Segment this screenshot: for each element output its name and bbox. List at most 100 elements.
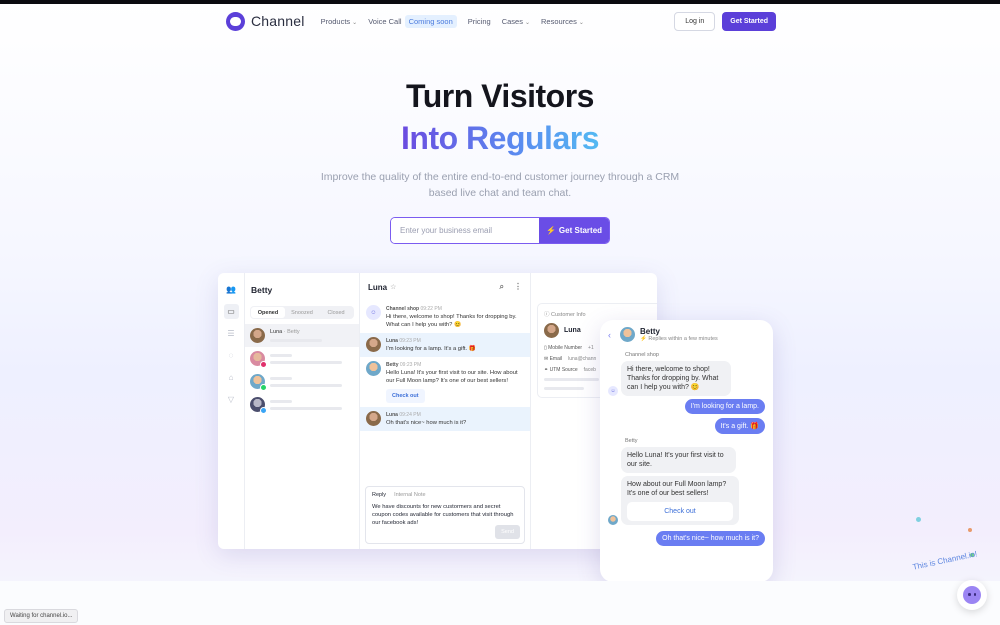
back-arrow-icon[interactable]: ‹	[608, 330, 611, 340]
name-placeholder	[270, 353, 292, 357]
avatar	[366, 411, 381, 426]
info-placeholder	[544, 378, 599, 381]
message-sender: Luna 09:24 PM	[386, 411, 466, 419]
preview-placeholder	[270, 383, 342, 387]
message-text: Oh that's nice~ how much is it?	[386, 420, 467, 426]
nav-actions: Log in Get Started	[674, 11, 776, 31]
nav-cases-label: Cases	[501, 16, 523, 26]
info-icon: ⓘ	[544, 312, 552, 318]
mobile-chat-mockup: ‹ Betty ⚡ Replies within a few minutes Ch…	[600, 320, 773, 582]
email-label: Email	[549, 356, 563, 362]
message-text: I'm looking for a lamp. It's a gift. 🎁	[386, 346, 476, 352]
filter-icon[interactable]: ▽	[224, 392, 239, 407]
message-bubble: Hi there, welcome to shop! Thanks for dr…	[621, 361, 731, 396]
chevron-down-icon: ⌄	[524, 19, 530, 26]
browser-status-bar: Waiting for channel.io...	[4, 609, 79, 623]
message-bubble: Hello Luna! It's your first visit to our…	[621, 447, 736, 473]
bot-icon: ☺	[608, 386, 618, 396]
message-card: How about our Full Moon lamp? It's one o…	[621, 476, 739, 525]
message-sender: Channel shop 09:22 PM	[386, 305, 524, 313]
chat-header: Luna ☆ ⌕ ⋮	[360, 273, 530, 301]
brand-logo[interactable]: Channel	[226, 11, 305, 31]
chat-panel: Luna ☆ ⌕ ⋮ ☺ Channel shop 09:22 PM Hi there…	[360, 273, 531, 549]
tab-reply[interactable]: Reply	[372, 491, 386, 499]
conversation-item[interactable]: Luna · Betty	[245, 324, 359, 347]
chat-tools: ⌕ ⋮	[500, 282, 522, 292]
hero-title-line1: Turn Visitors	[406, 78, 594, 114]
outgoing-message: It's a gift. 🎁	[608, 418, 765, 434]
sender-name: Luna	[386, 412, 398, 418]
tab-closed[interactable]: Closed	[319, 307, 353, 318]
conversation-item[interactable]	[245, 347, 359, 370]
name-placeholder	[270, 399, 292, 403]
check-out-button[interactable]: Check out	[386, 389, 425, 403]
message-time: 09:23 PM	[399, 362, 422, 368]
coming-soon-badge: Coming soon	[404, 14, 457, 28]
chat-message: ☺ Channel shop 09:22 PM Hi there, welcome…	[360, 301, 530, 333]
main-nav: Channel Products ⌄ Voice Call Coming soon …	[226, 10, 776, 32]
agent-label: Betty	[625, 438, 638, 444]
brand-name: Channel	[251, 13, 305, 29]
nav-products-label: Products	[320, 16, 351, 26]
login-button[interactable]: Log in	[674, 11, 716, 31]
reply-composer[interactable]: Reply Internal Note We have discounts for…	[365, 486, 525, 544]
message-bubble: I'm looking for a lamp.	[684, 399, 765, 414]
message-bubble: It's a gift. 🎁	[714, 418, 765, 434]
reply-status: ⚡ Replies within a few minutes	[640, 336, 718, 342]
send-button[interactable]: Send	[495, 525, 520, 539]
tab-internal-note[interactable]: Internal Note	[394, 491, 426, 499]
decor-dot	[916, 517, 921, 522]
tab-opened[interactable]: Opened	[251, 307, 285, 318]
customer-info-title: ⓘ Customer Info	[544, 310, 657, 318]
sender-name: Betty	[386, 362, 399, 368]
nav-voice-call[interactable]: Voice Call Coming soon	[368, 14, 457, 28]
team-icon[interactable]: 👥	[224, 282, 239, 297]
outgoing-message: Oh that's nice~ how much is it?	[608, 531, 765, 546]
name-placeholder	[270, 376, 292, 380]
inbox-title: Betty	[251, 285, 273, 295]
nav-cases[interactable]: Cases ⌄	[502, 17, 530, 26]
chevron-down-icon: ⌄	[578, 19, 584, 26]
email-signup-form: ⚡Get Started	[390, 217, 610, 244]
bot-icon: ☺	[366, 305, 381, 320]
nav-pricing[interactable]: Pricing	[468, 17, 491, 26]
nav-resources-label: Resources	[541, 16, 577, 26]
store-icon[interactable]: ⌂	[224, 370, 239, 385]
agent-avatar	[608, 515, 618, 525]
bulb-icon[interactable]: ◌	[224, 348, 239, 363]
reply-status-text: Replies within a few minutes	[648, 336, 718, 342]
search-icon[interactable]: ⌕	[500, 282, 504, 292]
star-icon[interactable]: ☆	[390, 283, 396, 291]
mobile-label: Mobile Number	[548, 345, 583, 351]
sender-name: Channel shop	[386, 306, 420, 312]
message-sender: Luna 09:23 PM	[386, 337, 476, 345]
list-icon[interactable]: ☰	[224, 326, 239, 341]
shop-label: Channel shop	[625, 352, 659, 358]
more-vertical-icon[interactable]: ⋮	[514, 282, 522, 292]
utm-label: UTM Source	[549, 367, 578, 373]
inbox-icon[interactable]: ▭	[223, 304, 239, 319]
nav-voice-call-label: Voice Call	[368, 16, 402, 26]
status-tabs: Opened Snoozed Closed	[250, 306, 354, 319]
preview-placeholder	[270, 339, 322, 342]
avatar	[544, 323, 559, 338]
business-email-input[interactable]	[391, 218, 539, 243]
chat-title: Luna	[368, 282, 388, 292]
hero-get-started-button[interactable]: ⚡ Get Started	[539, 218, 609, 243]
check-out-button[interactable]: Check out	[627, 502, 733, 521]
nav-products[interactable]: Products ⌄	[321, 17, 358, 26]
nav-resources[interactable]: Resources ⌄	[541, 17, 584, 26]
outgoing-message: I'm looking for a lamp.	[608, 399, 765, 414]
conversation-name: Luna · Betty	[270, 329, 359, 335]
whatsapp-icon	[260, 384, 267, 391]
tab-snoozed[interactable]: Snoozed	[285, 307, 319, 318]
conversation-item[interactable]	[245, 393, 359, 416]
nav-get-started-button[interactable]: Get Started	[722, 11, 776, 31]
chat-launcher-button[interactable]	[957, 580, 987, 610]
chat-message: Luna 09:24 PM Oh that's nice~ how much is…	[360, 407, 530, 431]
agent-avatar	[620, 327, 635, 342]
message-bubble: Oh that's nice~ how much is it?	[656, 531, 765, 546]
conversation-item[interactable]	[245, 370, 359, 393]
info-placeholder	[544, 387, 584, 390]
mobile-chat-header: ‹ Betty ⚡ Replies within a few minutes	[608, 327, 765, 342]
